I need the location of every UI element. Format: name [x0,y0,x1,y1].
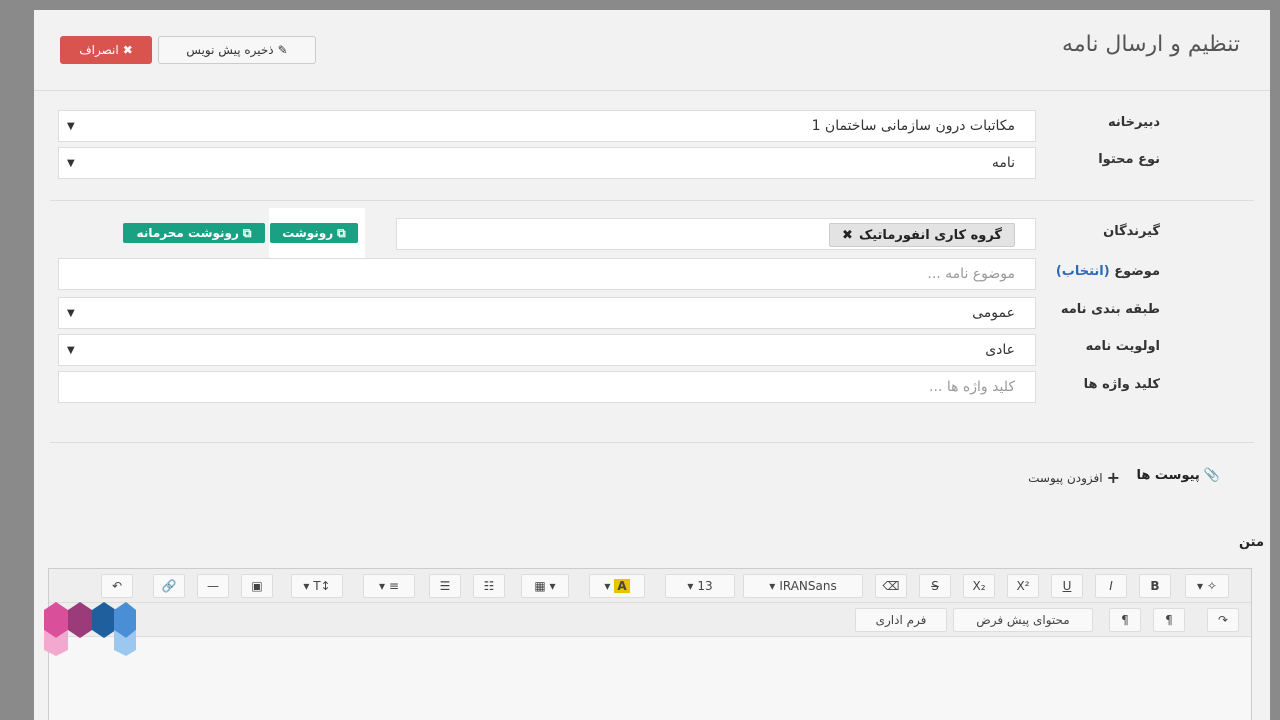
paperclip-icon: 📎 [1203,468,1220,483]
ordered-list-icon[interactable]: ☰ [429,574,461,598]
redo-icon[interactable]: ↷ [1207,608,1239,632]
add-attachment-button[interactable]: + افزودن پیوست [1028,468,1120,487]
recipient-chip[interactable]: گروه کاری انفورماتیک ✖ [829,223,1015,247]
add-attachment-label: افزودن پیوست [1028,470,1103,485]
cc-button-label: رونوشت [282,226,334,240]
page: تنظیم و ارسال نامه ✖ انصراف ✎ ذخیره پیش … [34,10,1270,720]
paragraph-rtl-icon[interactable]: ¶ [1153,608,1185,632]
image-icon[interactable]: ▣ [241,574,273,598]
paragraph-ltr-icon[interactable]: ¶ [1109,608,1141,632]
font-name-value: IRANSans [779,579,837,593]
default-content-label: محتوای پیش فرض [976,613,1070,627]
office-form-button[interactable]: فرم اداری [855,608,947,632]
horizontal-rule-icon[interactable]: — [197,574,229,598]
subject-label-text: موضوع [1114,264,1160,279]
priority-select[interactable]: عادی ▼ [58,334,1036,366]
classification-value: عمومی [972,305,1015,321]
subject-choose-link[interactable]: (انتخاب) [1056,264,1110,279]
secretariat-value: مکاتبات درون سازمانی ساختمان 1 [811,118,1015,134]
copy-icon: ⧉ [242,225,252,240]
subject-placeholder: موضوع نامه ... [927,266,1015,282]
font-name-select[interactable]: ▾ IRANSans [743,574,863,598]
classification-select[interactable]: عمومی ▼ [58,297,1036,329]
secretariat-label: دبیرخانه [1108,115,1160,130]
recipients-input[interactable]: گروه کاری انفورماتیک ✖ [396,218,1036,250]
cc-button[interactable]: ⧉ رونوشت [270,223,358,243]
keywords-input[interactable]: کلید واژه ها ... [58,371,1036,403]
keywords-placeholder: کلید واژه ها ... [929,379,1015,395]
priority-label: اولویت نامه [1085,339,1160,354]
undo-icon[interactable]: ↶ [101,574,133,598]
strikethrough-icon[interactable]: S [919,574,951,598]
close-icon: ✖ [122,43,133,57]
font-size-value: 13 [697,579,713,593]
attachments-label-text: پیوست ها [1136,468,1200,483]
save-draft-button[interactable]: ✎ ذخیره پیش نویس [158,36,316,64]
bold-icon[interactable]: B [1139,574,1171,598]
priority-value: عادی [985,342,1015,358]
default-content-button[interactable]: محتوای پیش فرض [953,608,1093,632]
remove-icon[interactable]: ✖ [842,228,853,243]
recipient-chip-label: گروه کاری انفورماتیک [858,227,1002,243]
editor-toolbar-row-1: ↶ 🔗 — ▣ ▾ T↕ ▾ ≡ ☰ ☷ ▦ ▾ ▾ A ▾ 13 ▾ IRAN… [49,569,1251,603]
pencil-icon: ✎ [277,43,288,57]
magic-wand-icon[interactable]: ▾ ✧ [1185,574,1229,598]
subscript-icon[interactable]: X₂ [963,574,995,598]
highlight-color-icon[interactable]: ▾ A [589,574,645,598]
divider [34,90,1270,91]
caret-down-icon: ▼ [67,121,75,132]
confidential-cc-button[interactable]: ⧉ رونوشت محرمانه [123,223,265,243]
divider [50,200,1254,201]
unordered-list-icon[interactable]: ☷ [473,574,505,598]
italic-icon[interactable]: I [1095,574,1127,598]
underline-icon[interactable]: U [1051,574,1083,598]
keywords-label: کلید واژه ها [1083,377,1160,392]
table-icon[interactable]: ▦ ▾ [521,574,569,598]
copy-icon: ⧉ [337,225,346,240]
link-icon[interactable]: 🔗 [153,574,185,598]
rich-text-editor[interactable]: ↶ 🔗 — ▣ ▾ T↕ ▾ ≡ ☰ ☷ ▦ ▾ ▾ A ▾ 13 ▾ IRAN… [48,568,1252,720]
save-draft-label: ذخیره پیش نویس [186,43,274,57]
content-type-value: نامه [991,155,1015,171]
content-type-label: نوع محتوا [1098,152,1160,167]
text-size-icon[interactable]: ▾ T↕ [291,574,343,598]
recipients-label: گیرندگان [1103,224,1160,239]
cancel-button[interactable]: ✖ انصراف [60,36,152,64]
subject-label: موضوع (انتخاب) [1056,264,1160,279]
confidential-cc-label: رونوشت محرمانه [136,226,239,240]
plus-icon: + [1106,468,1120,487]
content-type-select[interactable]: نامه ▼ [58,147,1036,179]
superscript-icon[interactable]: X² [1007,574,1039,598]
caret-down-icon: ▼ [67,345,75,356]
subject-input[interactable]: موضوع نامه ... [58,258,1036,290]
cancel-button-label: انصراف [79,43,119,57]
body-label: متن [1238,535,1264,550]
secretariat-select[interactable]: مکاتبات درون سازمانی ساختمان 1 ▼ [58,110,1036,142]
font-size-select[interactable]: ▾ 13 [665,574,735,598]
editor-toolbar-row-2: فرم اداری محتوای پیش فرض ¶ ¶ ↷ [49,603,1251,637]
classification-label: طبقه بندی نامه [1060,302,1160,317]
page-title: تنظیم و ارسال نامه [1062,32,1240,57]
divider [50,442,1254,443]
caret-down-icon: ▼ [67,158,75,169]
caret-down-icon: ▼ [67,308,75,319]
attachments-label: 📎 پیوست ها [1137,468,1221,483]
office-form-label: فرم اداری [875,613,927,627]
eraser-icon[interactable]: ⌫ [875,574,907,598]
logo [44,602,136,656]
align-icon[interactable]: ▾ ≡ [363,574,415,598]
